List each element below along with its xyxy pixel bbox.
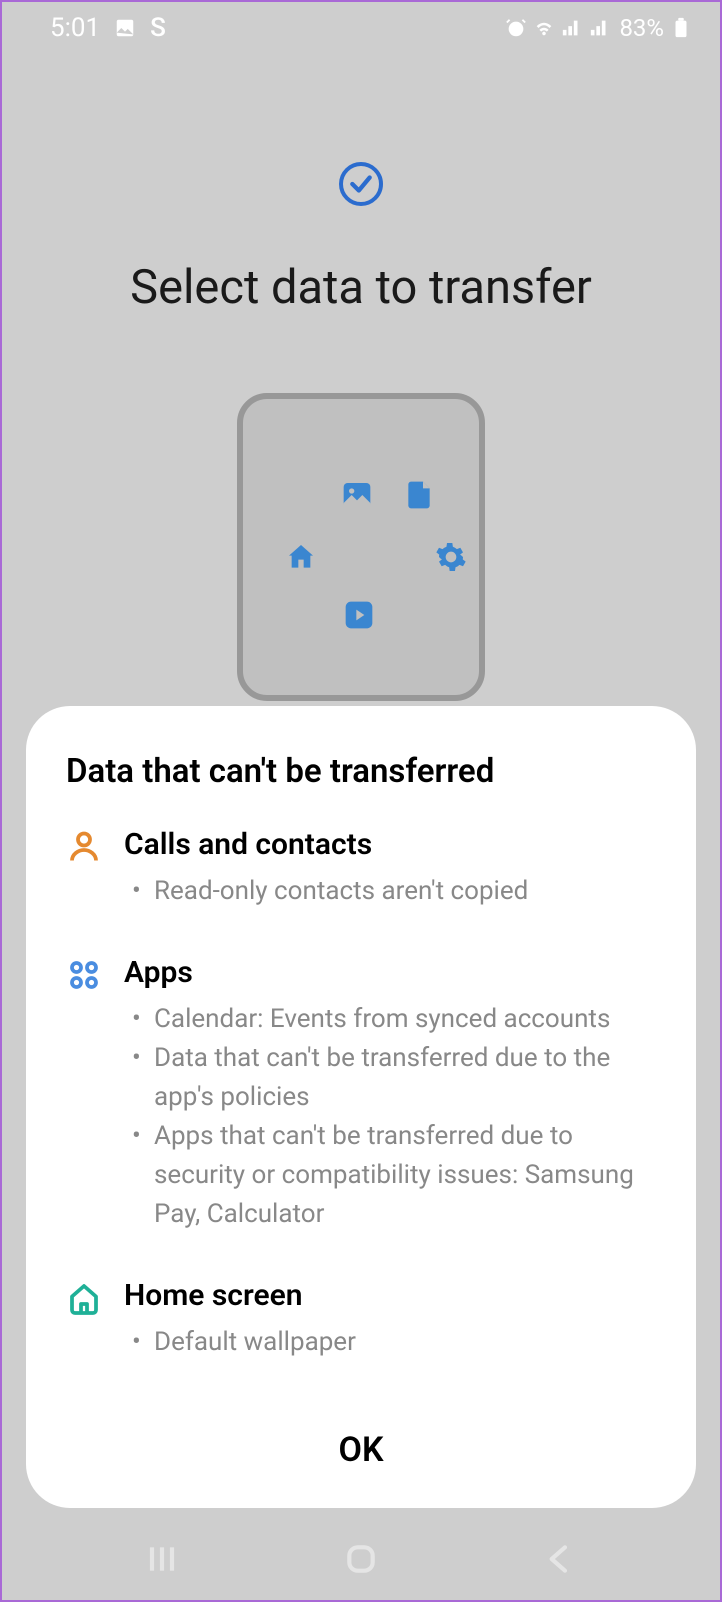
list-item: Data that can't be transferred due to th…: [124, 1039, 656, 1117]
person-icon: [66, 829, 102, 865]
sim2-signal-icon: [589, 17, 611, 39]
battery-percent: 83%: [619, 14, 664, 42]
check-circle-icon: [339, 162, 383, 206]
list-item: Read-only contacts aren't copied: [124, 872, 656, 911]
item-title: Calls and contacts: [124, 827, 656, 862]
file-icon: [403, 479, 435, 511]
ok-button[interactable]: OK: [66, 1406, 656, 1494]
item-bullet-list: Read-only contacts aren't copied: [124, 872, 656, 911]
play-icon: [343, 599, 375, 631]
picture-icon: [114, 17, 136, 39]
status-s-icon: S: [150, 13, 166, 43]
card-title: Data that can't be transferred: [66, 752, 656, 791]
navigation-bar: [2, 1518, 720, 1600]
list-item: Apps that can't be transferred due to se…: [124, 1117, 656, 1234]
main-content: Select data to transfer: [2, 54, 720, 701]
item-home-screen: Home screen Default wallpaper: [66, 1278, 656, 1362]
device-illustration: [237, 393, 485, 701]
list-item: Default wallpaper: [124, 1323, 656, 1362]
gear-icon: [435, 541, 467, 573]
item-calls-contacts: Calls and contacts Read-only contacts ar…: [66, 827, 656, 911]
status-time: 5:01: [50, 13, 100, 43]
home-outline-icon: [66, 1280, 102, 1316]
info-card: Data that can't be transferred Calls and…: [26, 706, 696, 1508]
item-bullet-list: Calendar: Events from synced accounts Da…: [124, 1000, 656, 1234]
battery-icon: [670, 17, 692, 39]
recents-button[interactable]: [142, 1539, 182, 1579]
status-bar: 5:01 S 83%: [2, 2, 720, 54]
item-title: Home screen: [124, 1278, 656, 1313]
item-title: Apps: [124, 955, 656, 990]
image-icon: [341, 479, 373, 511]
home-button[interactable]: [341, 1539, 381, 1579]
status-left: 5:01 S: [50, 13, 166, 43]
item-apps: Apps Calendar: Events from synced accoun…: [66, 955, 656, 1234]
sim1-signal-icon: [561, 17, 583, 39]
page-title: Select data to transfer: [130, 260, 592, 315]
back-button[interactable]: [540, 1539, 580, 1579]
wifi-icon: [533, 17, 555, 39]
item-bullet-list: Default wallpaper: [124, 1323, 656, 1362]
home-icon: [285, 541, 317, 573]
alarm-icon: [505, 17, 527, 39]
list-item: Calendar: Events from synced accounts: [124, 1000, 656, 1039]
status-right: 83%: [505, 14, 692, 42]
apps-icon: [66, 957, 102, 993]
